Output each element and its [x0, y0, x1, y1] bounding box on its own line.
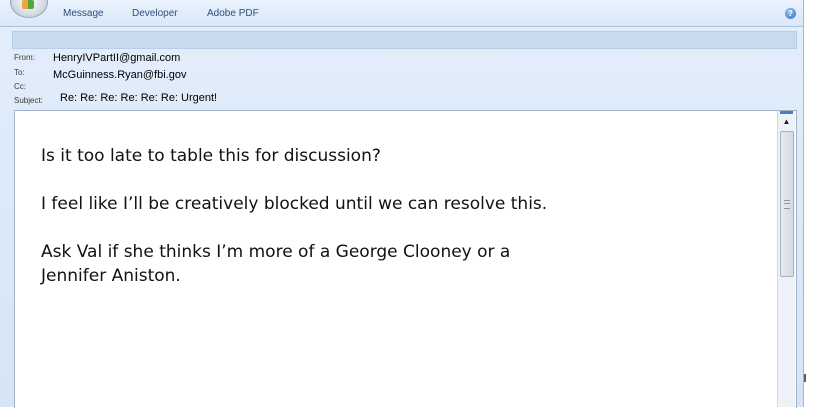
body-line: Ask Val if she thinks I’m more of a Geor…: [41, 242, 511, 262]
help-icon[interactable]: ?: [785, 8, 796, 19]
ribbon-tab-bar: Message Developer Adobe PDF ?: [0, 0, 803, 27]
from-label: From:: [14, 53, 35, 62]
body-line: I feel like I’ll be creatively blocked u…: [41, 194, 548, 214]
tab-message[interactable]: Message: [63, 8, 104, 19]
message-body[interactable]: Is it too late to table this for discuss…: [14, 110, 797, 408]
body-line: Jennifer Aniston.: [41, 266, 181, 286]
tab-adobe-pdf[interactable]: Adobe PDF: [207, 8, 259, 19]
cc-label: Cc:: [14, 82, 26, 91]
body-line: Is it too late to table this for discuss…: [41, 146, 381, 166]
office-button[interactable]: [10, 0, 48, 18]
grip-icon: [784, 200, 790, 209]
scrollbar-top-accent: [780, 111, 793, 114]
background-strip: [804, 0, 826, 407]
scrollbar-thumb[interactable]: [780, 131, 794, 277]
chevron-up-icon[interactable]: ▲: [780, 116, 793, 128]
office-logo-icon: [22, 0, 34, 9]
info-bar: [12, 31, 797, 49]
to-label: To:: [14, 68, 25, 77]
from-field[interactable]: HenryIVPartII@gmail.com: [53, 52, 180, 64]
subject-label: Subject:: [14, 96, 43, 105]
message-window: Message Developer Adobe PDF ? From: Henr…: [0, 0, 804, 408]
to-field[interactable]: McGuinness.Ryan@fbi.gov: [53, 69, 186, 81]
subject-field[interactable]: Re: Re: Re: Re: Re: Re: Urgent!: [60, 92, 217, 104]
tab-developer[interactable]: Developer: [132, 8, 178, 19]
edge-mark: [804, 374, 806, 382]
vertical-scrollbar[interactable]: ▲: [777, 111, 795, 407]
